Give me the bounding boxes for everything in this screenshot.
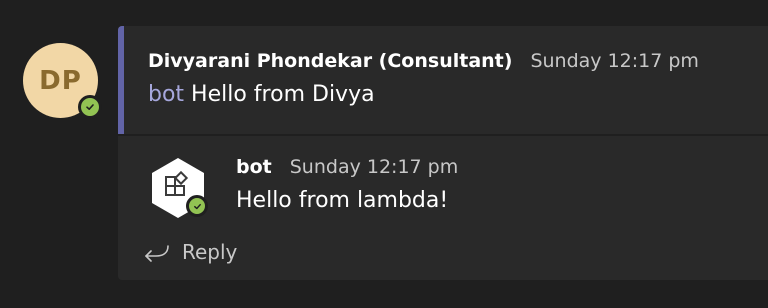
reply-label: Reply xyxy=(182,240,238,264)
presence-available-icon xyxy=(78,95,102,119)
reply-message: bot Sunday 12:17 pm Hello from lambda! xyxy=(118,136,768,242)
message-thread: Divyarani Phondekar (Consultant) Sunday … xyxy=(118,26,768,280)
bot-avatar[interactable] xyxy=(146,156,210,220)
message-timestamp: Sunday 12:17 pm xyxy=(530,50,699,72)
chat-conversation: DP Divyarani Phondekar (Consultant) Sund… xyxy=(0,0,768,308)
root-message-body: bot Hello from Divya xyxy=(148,82,375,107)
root-message-text: Hello from Divya xyxy=(184,82,375,107)
reply-timestamp: Sunday 12:17 pm xyxy=(289,156,459,178)
author-name[interactable]: Divyarani Phondekar (Consultant) xyxy=(148,50,512,72)
reply-author-name[interactable]: bot xyxy=(236,156,272,178)
reply-message-text: Hello from lambda! xyxy=(236,188,449,213)
bot-mention[interactable]: bot xyxy=(148,82,184,107)
reply-button[interactable]: Reply xyxy=(144,240,237,264)
reply-arrow-icon xyxy=(145,245,169,262)
root-message-header: Divyarani Phondekar (Consultant) Sunday … xyxy=(148,50,699,72)
author-avatar[interactable]: DP xyxy=(23,43,102,119)
reply-message-header: bot Sunday 12:17 pm xyxy=(236,156,458,178)
avatar-initials: DP xyxy=(39,65,82,96)
presence-available-icon xyxy=(186,195,208,217)
mention-accent-bar xyxy=(118,26,124,134)
